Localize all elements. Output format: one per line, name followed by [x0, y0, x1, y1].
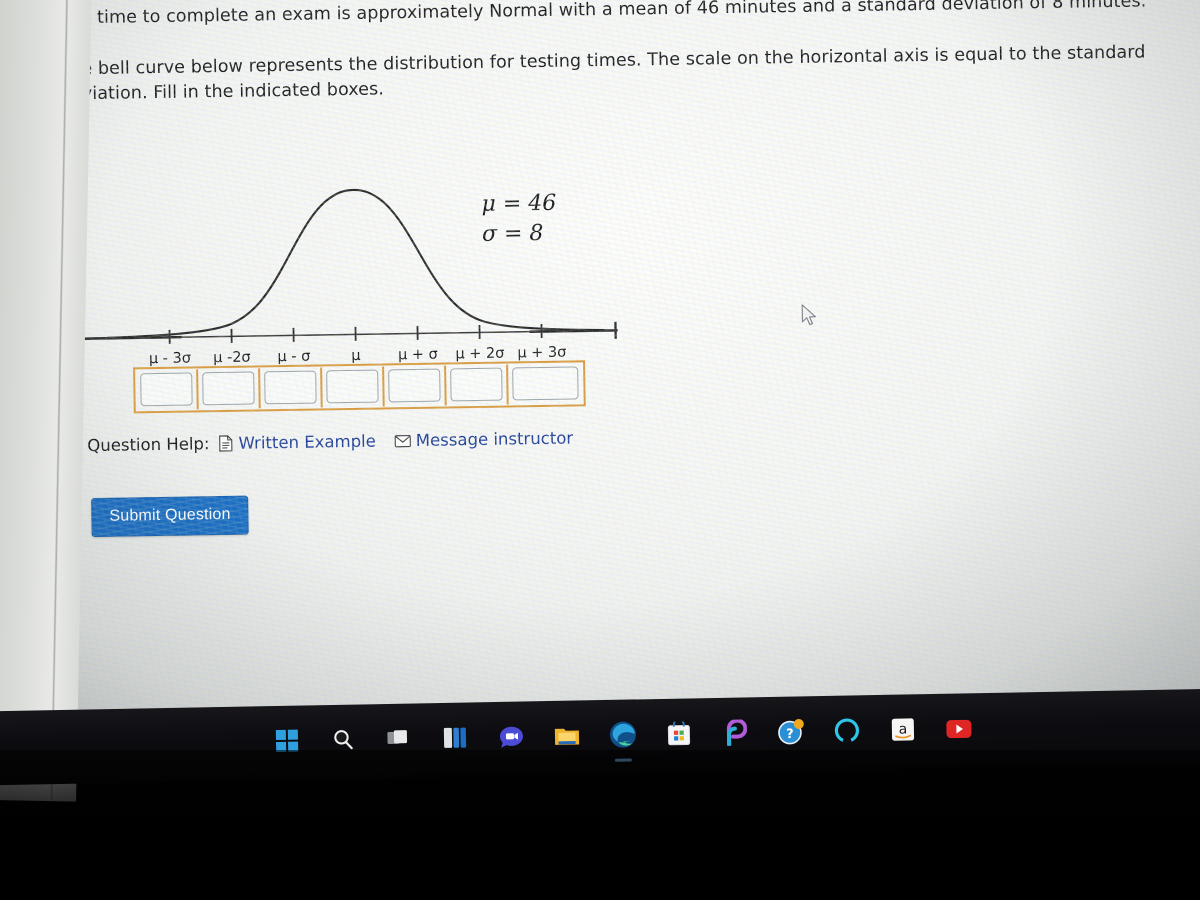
copilot-icon: [723, 718, 748, 749]
taskbar-item-microsoft-store[interactable]: [662, 718, 697, 753]
answer-cell-minus-3-sigma[interactable]: [136, 369, 199, 411]
answer-input-minus-1-sigma[interactable]: [264, 370, 317, 405]
mouse-cursor: [801, 304, 819, 328]
youtube-icon: [946, 719, 972, 742]
get-help-icon: ?: [777, 718, 805, 748]
taskbar-item-youtube[interactable]: [942, 713, 977, 748]
envelope-icon: [394, 434, 411, 448]
alexa-icon: [834, 717, 861, 747]
widgets-icon: [443, 727, 467, 753]
taskbar-item-edge[interactable]: [606, 719, 641, 754]
answer-cell-mean[interactable]: [322, 366, 385, 408]
written-example-label: Written Example: [238, 431, 376, 453]
tick-label-6: μ + 3σ: [517, 345, 566, 362]
tick-label-5: μ + 2σ: [455, 346, 504, 363]
sd-annotation: σ = 8: [481, 220, 544, 247]
desk-shadow: [0, 750, 1200, 900]
monitor-left-bezel: [0, 0, 92, 802]
tick-label-4: μ + σ: [398, 347, 438, 364]
taskbar-item-alexa[interactable]: [830, 715, 865, 750]
svg-text:a: a: [898, 721, 907, 737]
answer-input-mean[interactable]: [326, 369, 379, 404]
answer-cell-plus-1-sigma[interactable]: [384, 365, 447, 407]
written-example-link[interactable]: Written Example: [218, 432, 376, 453]
answer-cell-plus-3-sigma[interactable]: [508, 363, 583, 404]
file-explorer-icon: [554, 724, 580, 750]
answer-input-minus-2-sigma[interactable]: [202, 371, 255, 406]
tick-label-2: μ - σ: [277, 349, 310, 366]
question-help-row: Question Help: Written Example Message i…: [87, 428, 573, 455]
document-icon: [218, 435, 233, 452]
distribution-parameters: μ = 46 σ = 8: [481, 189, 557, 250]
tick-label-1: μ -2σ: [213, 350, 251, 367]
tick-label-0: μ - 3σ: [149, 350, 191, 367]
answer-boxes-row: [133, 360, 586, 414]
message-instructor-link[interactable]: Message instructor: [394, 428, 574, 450]
amazon-icon: a: [891, 717, 916, 745]
question-help-label: Question Help:: [87, 434, 210, 456]
axis-left-thick: [77, 335, 182, 341]
taskbar-item-get-help[interactable]: ?: [774, 716, 809, 751]
edge-icon: [609, 720, 638, 753]
tick-label-3: μ: [351, 348, 360, 364]
mean-annotation: μ = 46: [481, 190, 557, 217]
question-content: The time to complete an exam is approxim…: [58, 0, 1159, 538]
answer-input-minus-3-sigma[interactable]: [140, 372, 193, 407]
taskbar-item-copilot[interactable]: [718, 717, 753, 752]
answer-cell-plus-2-sigma[interactable]: [446, 364, 509, 406]
taskbar-item-amazon[interactable]: a: [886, 714, 921, 749]
message-instructor-label: Message instructor: [415, 428, 574, 450]
monitor-screen: The time to complete an exam is approxim…: [0, 0, 1200, 754]
axis-right-thick: [529, 328, 618, 333]
photo-of-monitor: The time to complete an exam is approxim…: [0, 0, 1200, 900]
question-paragraph-2: The bell curve below represents the dist…: [59, 42, 1152, 105]
answer-cell-minus-1-sigma[interactable]: [260, 367, 323, 409]
answer-input-plus-2-sigma[interactable]: [450, 367, 503, 402]
svg-text:?: ?: [786, 727, 794, 742]
answer-input-plus-1-sigma[interactable]: [388, 368, 441, 403]
question-paragraph-1: The time to complete an exam is approxim…: [58, 0, 1147, 29]
chat-icon: [498, 725, 523, 752]
microsoft-store-icon: [667, 718, 692, 749]
submit-question-button[interactable]: Submit Question: [91, 495, 249, 538]
answer-input-plus-3-sigma[interactable]: [512, 366, 579, 401]
answer-cell-minus-2-sigma[interactable]: [198, 368, 261, 410]
